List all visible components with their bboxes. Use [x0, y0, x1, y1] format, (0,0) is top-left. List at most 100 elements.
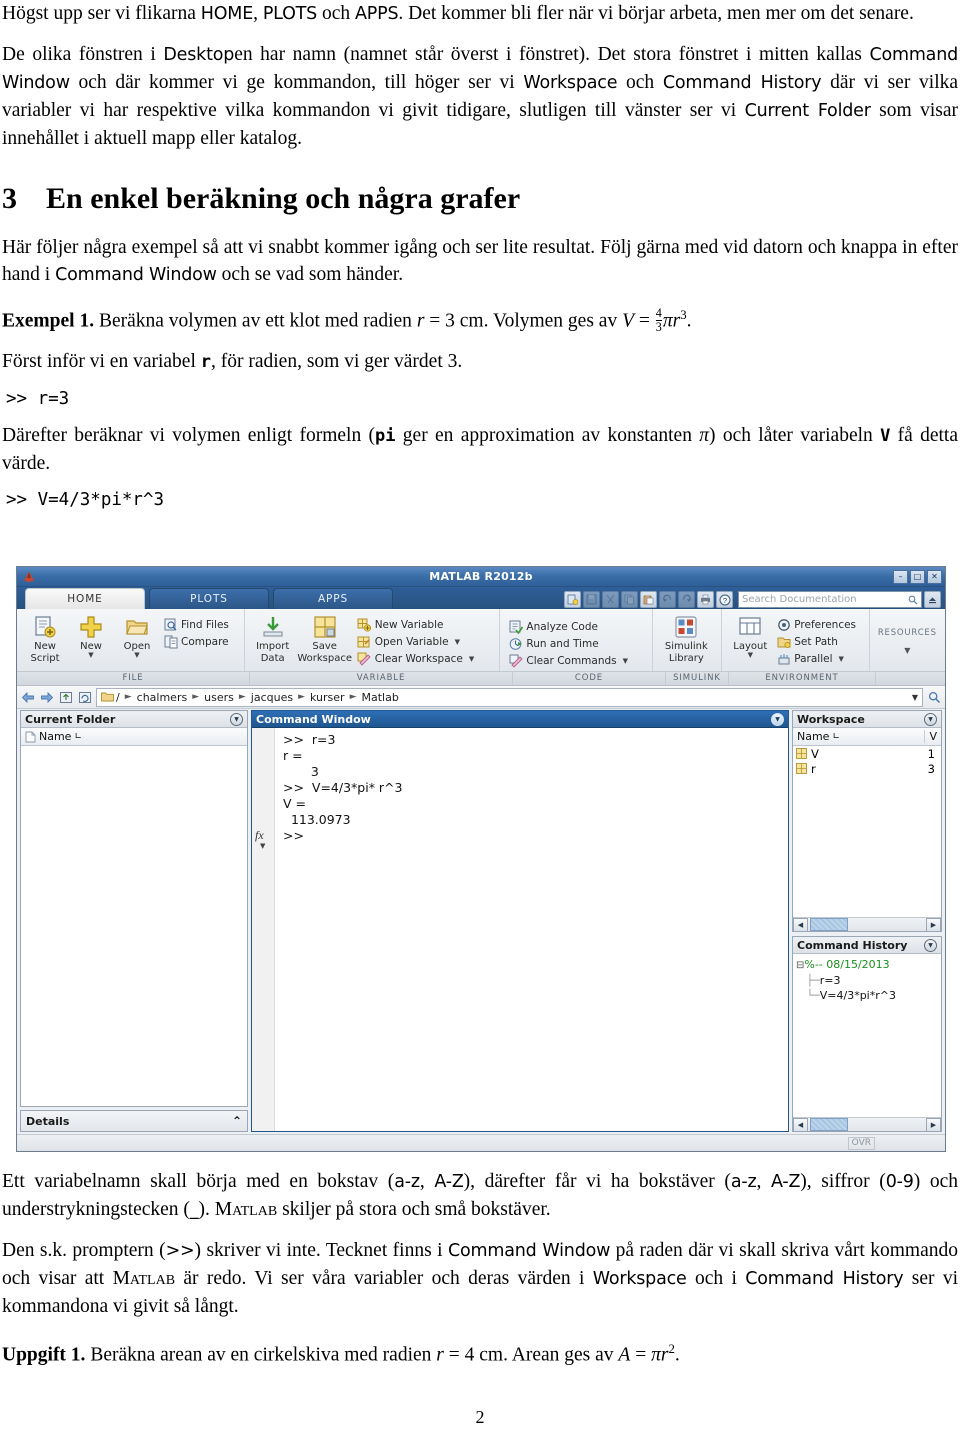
- details-expand-caret-icon[interactable]: ⌃: [232, 1114, 242, 1128]
- simulink-library-button[interactable]: Simulink Library: [658, 612, 714, 664]
- cut-icon[interactable]: [602, 591, 619, 608]
- chevron-down-icon[interactable]: ▼: [912, 693, 918, 702]
- workspace-options-icon[interactable]: ▼: [924, 712, 937, 726]
- p1-text-a: Högst upp ser vi flikarna: [2, 3, 201, 24]
- workspace-name-column[interactable]: Name ∟: [793, 730, 844, 743]
- compare-button[interactable]: Compare: [160, 633, 232, 650]
- resources-label: RESOURCES: [877, 628, 937, 638]
- search-documentation-input[interactable]: Search Documentation: [738, 591, 922, 608]
- current-folder-header: Current Folder ▼: [21, 711, 247, 728]
- run-and-time-button[interactable]: Run and Time: [505, 635, 631, 652]
- up-folder-icon[interactable]: [58, 689, 74, 705]
- p1-text-d: . Det kommer bli fler när vi börjar arbe…: [398, 3, 914, 24]
- workspace-variable-list[interactable]: V 1 r 3: [793, 746, 941, 917]
- table-row[interactable]: V 1: [793, 746, 941, 761]
- command-window-body[interactable]: fx ▼ >> r=3 r = 3 >> V=4/3*pi* r^3 V = 1…: [252, 728, 788, 1131]
- scroll-right-arrow-icon[interactable]: ▶: [926, 917, 941, 932]
- layout-caret[interactable]: ▼: [748, 652, 753, 659]
- paragraph-tabs-intro: Högst upp ser vi flikarna HOME, PLOTS oc…: [2, 0, 958, 28]
- open-variable-caret[interactable]: ▼: [455, 638, 460, 646]
- save-workspace-icon: [312, 614, 338, 640]
- ribbon-group-resources[interactable]: RESOURCES ▼: [868, 609, 945, 671]
- p6-az: a-z: [394, 1172, 420, 1192]
- save-workspace-button[interactable]: Save Workspace: [296, 612, 354, 664]
- minimize-button[interactable]: –: [893, 569, 908, 584]
- workspace-value-column[interactable]: V: [924, 730, 941, 743]
- current-folder-name-column[interactable]: Name ∟: [21, 730, 86, 743]
- clear-workspace-caret[interactable]: ▼: [469, 655, 474, 663]
- save-icon[interactable]: [583, 591, 600, 608]
- table-row[interactable]: r 3: [793, 761, 941, 776]
- clear-workspace-button[interactable]: Clear Workspace ▼: [354, 650, 478, 667]
- new-script-button[interactable]: New Script: [22, 612, 68, 664]
- layout-button[interactable]: Layout ▼: [727, 612, 773, 659]
- copy-icon[interactable]: [621, 591, 638, 608]
- breadcrumb-item-matlab[interactable]: Matlab: [361, 691, 398, 704]
- breadcrumb-item-kurser[interactable]: kurser: [310, 691, 345, 704]
- breadcrumb-root[interactable]: /: [116, 691, 120, 704]
- fx-icon[interactable]: fx: [255, 828, 264, 843]
- current-folder-file-list[interactable]: [21, 746, 247, 1106]
- maximize-button[interactable]: □: [910, 569, 925, 584]
- sort-ascending-icon[interactable]: ∟: [832, 732, 840, 742]
- parallel-caret[interactable]: ▼: [839, 655, 844, 663]
- tab-apps[interactable]: APPS: [273, 588, 393, 609]
- analyze-code-button[interactable]: Analyze Code: [505, 618, 631, 635]
- new-dropdown-caret[interactable]: ▼: [88, 652, 93, 659]
- command-history-date[interactable]: %-- 08/15/2013: [804, 958, 889, 971]
- find-files-button[interactable]: Find Files: [160, 616, 232, 633]
- forward-arrow-icon[interactable]: [39, 689, 55, 705]
- details-bar[interactable]: Details ⌃: [20, 1110, 248, 1132]
- scroll-left-arrow-icon[interactable]: ◀: [793, 917, 808, 932]
- open-variable-button[interactable]: Open Variable ▼: [354, 633, 478, 650]
- breadcrumb-item-jacques[interactable]: jacques: [251, 691, 293, 704]
- p7-e: och i: [686, 1268, 746, 1289]
- scrollbar-thumb[interactable]: [810, 918, 848, 931]
- paste-icon[interactable]: [640, 591, 657, 608]
- redo-icon[interactable]: [678, 591, 695, 608]
- refresh-icon[interactable]: [77, 689, 93, 705]
- resources-caret[interactable]: ▼: [904, 646, 910, 655]
- current-folder-options-icon[interactable]: ▼: [230, 712, 243, 726]
- undo-icon[interactable]: [659, 591, 676, 608]
- list-item[interactable]: r=3: [820, 974, 841, 987]
- new-script-icon[interactable]: [564, 591, 581, 608]
- scroll-left-arrow-icon[interactable]: ◀: [793, 1117, 808, 1132]
- open-button[interactable]: Open ▼: [114, 612, 160, 659]
- new-variable-button[interactable]: New Variable: [354, 616, 478, 633]
- workspace-horizontal-scrollbar[interactable]: ◀ ▶: [793, 917, 941, 932]
- scroll-right-arrow-icon[interactable]: ▶: [926, 1117, 941, 1132]
- import-data-button[interactable]: Import Data: [250, 612, 296, 664]
- set-path-button[interactable]: Set Path: [773, 633, 859, 650]
- breadcrumb-item-chalmers[interactable]: chalmers: [137, 691, 188, 704]
- collapse-ribbon-icon[interactable]: [924, 591, 941, 608]
- breadcrumb-item-users[interactable]: users: [204, 691, 234, 704]
- command-history-options-icon[interactable]: ▼: [924, 938, 937, 952]
- sort-ascending-icon[interactable]: ∟: [74, 732, 82, 742]
- tab-home[interactable]: HOME: [25, 588, 145, 609]
- address-search-icon[interactable]: [926, 689, 942, 705]
- clear-commands-caret[interactable]: ▼: [623, 657, 628, 665]
- fx-dropdown-caret-icon[interactable]: ▼: [260, 842, 265, 850]
- parallel-button[interactable]: Parallel ▼: [773, 650, 859, 667]
- print-icon[interactable]: [697, 591, 714, 608]
- back-arrow-icon[interactable]: [20, 689, 36, 705]
- preferences-button[interactable]: Preferences: [773, 616, 859, 633]
- command-window-output[interactable]: >> r=3 r = 3 >> V=4/3*pi* r^3 V = 113.09…: [275, 728, 788, 1131]
- help-icon[interactable]: ?: [716, 591, 733, 608]
- open-folder-icon: [124, 614, 150, 640]
- p5-pi-symbol: π: [699, 424, 710, 446]
- new-button[interactable]: New ▼: [68, 612, 114, 659]
- tab-plots[interactable]: PLOTS: [149, 588, 269, 609]
- command-history-horizontal-scrollbar[interactable]: ◀ ▶: [793, 1117, 941, 1132]
- list-item[interactable]: V=4/3*pi*r^3: [820, 989, 896, 1002]
- command-history-list[interactable]: ⊟%-- 08/15/2013 ├─r=3 └─V=4/3*pi*r^3: [793, 954, 941, 1117]
- search-placeholder: Search Documentation: [742, 594, 857, 605]
- clear-commands-button[interactable]: Clear Commands ▼: [505, 652, 631, 669]
- breadcrumb[interactable]: / ► chalmers ► users ► jacques ► kurser …: [96, 687, 923, 707]
- command-window-options-icon[interactable]: ▼: [771, 712, 784, 726]
- open-dropdown-caret[interactable]: ▼: [134, 652, 139, 659]
- scrollbar-thumb[interactable]: [810, 1118, 848, 1131]
- close-button[interactable]: ✕: [927, 569, 942, 584]
- uppgift-1-a: Beräkna arean av en cirkelskiva med radi…: [85, 1344, 437, 1366]
